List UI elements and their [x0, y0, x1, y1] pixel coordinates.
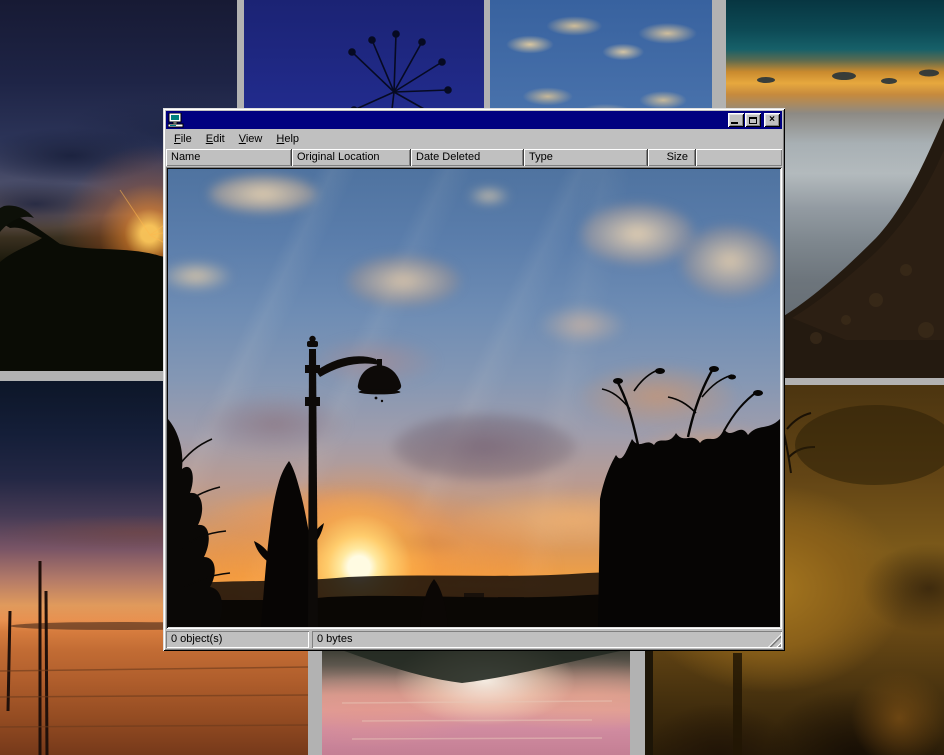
status-objects: 0 object(s)	[166, 631, 309, 648]
status-bytes-text: 0 bytes	[317, 633, 352, 645]
recycle-bin-window: × File Edit View Help Name Original Loca…	[163, 108, 785, 651]
close-icon: ×	[769, 115, 775, 125]
sunset-photo-background	[168, 169, 780, 627]
minimize-button[interactable]	[728, 113, 744, 127]
status-bar: 0 object(s) 0 bytes	[166, 629, 782, 649]
column-header-original-location[interactable]: Original Location	[292, 149, 411, 166]
maximize-button[interactable]	[745, 113, 761, 127]
maximize-icon	[749, 117, 757, 124]
menu-bar: File Edit View Help	[166, 130, 782, 149]
status-bytes: 0 bytes	[312, 631, 782, 648]
resize-grip[interactable]	[768, 634, 781, 647]
menu-help[interactable]: Help	[269, 131, 306, 148]
titlebar[interactable]: ×	[166, 111, 782, 129]
column-header-date-deleted[interactable]: Date Deleted	[411, 149, 524, 166]
menu-file[interactable]: File	[167, 131, 199, 148]
menu-edit[interactable]: Edit	[199, 131, 232, 148]
minimize-icon	[731, 122, 738, 124]
landscape-silhouette-graphic	[168, 169, 780, 627]
menu-view[interactable]: View	[232, 131, 270, 148]
column-header-name[interactable]: Name	[166, 149, 292, 166]
file-list-area[interactable]	[166, 167, 782, 629]
computer-icon	[168, 113, 184, 128]
column-header-size[interactable]: Size	[648, 149, 696, 166]
column-header-row: Name Original Location Date Deleted Type…	[166, 149, 782, 167]
column-header-type[interactable]: Type	[524, 149, 648, 166]
close-button[interactable]: ×	[764, 113, 780, 127]
column-header-filler	[696, 149, 782, 166]
